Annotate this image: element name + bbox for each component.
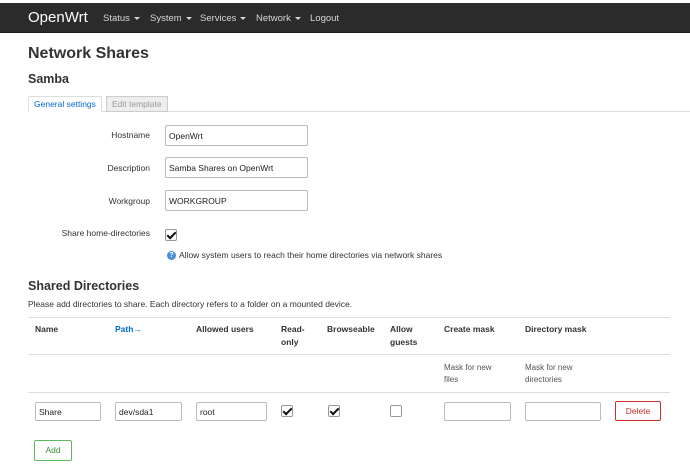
directory-mask-desc: Mask for new directories <box>525 362 573 386</box>
share-name-input[interactable] <box>35 402 101 421</box>
share-home-label: Share home-directories <box>61 228 150 238</box>
hostname-label: Hostname <box>111 130 150 140</box>
chevron-down-icon <box>240 16 247 20</box>
table-top-divider <box>28 317 670 318</box>
table-header-divider <box>28 354 670 355</box>
col-path[interactable]: Path→ <box>115 323 142 336</box>
nav-network[interactable]: Network <box>256 13 301 24</box>
chevron-down-icon <box>294 16 301 20</box>
shared-directories-description: Please add directories to share. Each di… <box>28 299 353 309</box>
delete-button[interactable]: Delete <box>615 401 661 421</box>
page-title: Network Shares <box>28 45 149 62</box>
workgroup-label: Workgroup <box>108 196 150 206</box>
shared-directories-title: Shared Directories <box>28 279 140 293</box>
share-home-checkbox[interactable] <box>165 229 177 241</box>
brand-logo[interactable]: OpenWrt <box>28 9 88 26</box>
tab-general-settings[interactable]: General settings <box>28 96 102 112</box>
table-desc-divider <box>28 392 670 393</box>
create-mask-desc-line1: Mask for new <box>444 363 492 372</box>
share-home-help: Allow system users to reach their home d… <box>179 250 443 260</box>
directory-mask-desc-line1: Mask for new <box>525 363 573 372</box>
section-title: Samba <box>28 72 69 86</box>
chevron-down-icon <box>133 16 140 20</box>
directory-mask-input[interactable] <box>525 402 601 421</box>
chevron-down-icon <box>185 16 192 20</box>
col-allow-guests-line2: guests <box>390 337 418 347</box>
hostname-input[interactable] <box>165 125 308 146</box>
read-only-checkbox[interactable] <box>281 405 293 417</box>
col-browseable: Browseable <box>327 324 375 334</box>
col-read-only-line1: Read- <box>281 324 305 334</box>
top-navbar: OpenWrt Status System Services Network L… <box>0 3 690 33</box>
allow-guests-checkbox[interactable] <box>390 405 402 417</box>
description-input[interactable] <box>165 157 308 178</box>
col-read-only: Read-only <box>281 323 305 349</box>
description-label: Description <box>107 163 150 173</box>
add-button[interactable]: Add <box>34 440 72 461</box>
nav-logout-label: Logout <box>310 13 340 24</box>
nav-status-label: Status <box>103 13 130 24</box>
col-read-only-line2: only <box>281 337 299 347</box>
nav-status[interactable]: Status <box>103 13 140 24</box>
col-allow-guests-line1: Allow <box>390 324 413 334</box>
share-path-input[interactable] <box>115 402 182 421</box>
col-directory-mask: Directory mask <box>525 324 587 334</box>
share-users-input[interactable] <box>196 402 267 421</box>
create-mask-input[interactable] <box>444 402 511 421</box>
nav-services-label: Services <box>200 13 237 24</box>
browseable-checkbox[interactable] <box>328 405 340 417</box>
create-mask-desc: Mask for new files <box>444 362 492 386</box>
nav-network-label: Network <box>256 13 291 24</box>
create-mask-desc-line2: files <box>444 375 459 384</box>
tab-edit-template[interactable]: Edit template <box>106 96 168 112</box>
nav-system[interactable]: System <box>150 13 192 24</box>
col-allow-guests: Allow guests <box>390 323 417 349</box>
col-name: Name <box>35 324 59 334</box>
workgroup-input[interactable] <box>165 190 308 211</box>
nav-system-label: System <box>150 13 182 24</box>
col-create-mask: Create mask <box>444 324 495 334</box>
directory-mask-desc-line2: directories <box>525 375 562 384</box>
nav-services[interactable]: Services <box>200 13 247 24</box>
col-allowed-users: Allowed users <box>196 324 254 334</box>
help-icon: ? <box>167 251 176 260</box>
nav-logout[interactable]: Logout <box>310 13 339 24</box>
